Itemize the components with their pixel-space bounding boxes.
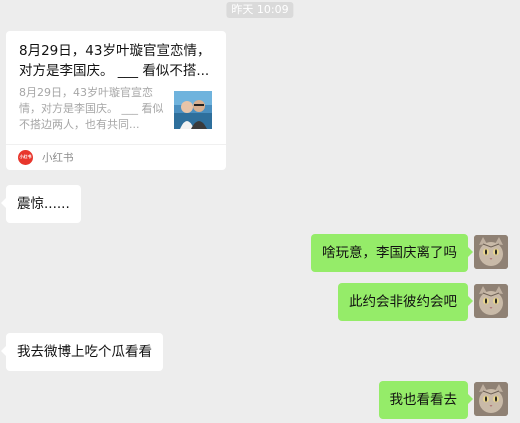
card-source-name: 小红书 xyxy=(42,151,74,164)
card-divider xyxy=(6,144,226,145)
message-bubble-outgoing[interactable]: 我也看看去 xyxy=(378,381,473,419)
self-avatar[interactable] xyxy=(474,235,508,269)
message-bubble-incoming[interactable]: 我去微博上吃个瓜看看 xyxy=(1,333,163,371)
card-description: 8月29日，43岁叶璇官宣恋情，对方是李国庆。 ___ 看似不搭边两人，也有共同… xyxy=(19,86,164,131)
self-avatar[interactable] xyxy=(474,284,508,318)
message-bubble-outgoing[interactable]: 此约会非彼约会吧 xyxy=(338,283,473,321)
shared-link-card[interactable]: 8月29日，43岁叶璇官宣恋情，对方是李国庆。 ___ 看似不搭... 8月29… xyxy=(6,31,226,170)
card-title: 8月29日，43岁叶璇官宣恋情，对方是李国庆。 ___ 看似不搭... xyxy=(19,43,211,79)
message-bubble-outgoing[interactable]: 啥玩意，李国庆离了吗 xyxy=(311,234,473,272)
xiaohongshu-logo-icon: 小红书 xyxy=(18,149,33,165)
card-source: 小红书 小红书 xyxy=(18,149,74,165)
card-thumbnail xyxy=(174,91,212,129)
self-avatar[interactable] xyxy=(474,382,508,416)
chat-timestamp: 昨天 10:09 xyxy=(226,2,294,18)
message-bubble-incoming[interactable]: 震惊...... xyxy=(1,185,81,223)
